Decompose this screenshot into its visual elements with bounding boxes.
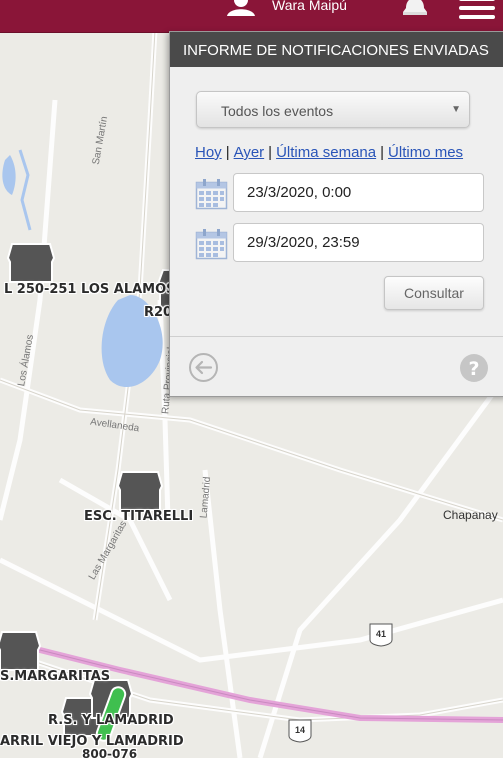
calendar-icon[interactable]: [195, 178, 228, 210]
marker-label[interactable]: R20: [144, 305, 172, 320]
place-label-chapanay: Chapanay: [443, 508, 498, 522]
separator: |: [268, 144, 273, 161]
date-from-input[interactable]: [233, 173, 484, 212]
date-to-input[interactable]: [233, 223, 484, 262]
chevron-down-icon: ▼: [451, 104, 461, 115]
consultar-button[interactable]: Consultar: [384, 276, 484, 310]
help-icon[interactable]: ?: [459, 353, 489, 383]
link-yesterday[interactable]: Ayer: [234, 144, 265, 161]
marker-label[interactable]: 800-076: [82, 747, 137, 758]
panel-header: INFORME DE NOTIFICACIONES ENVIADAS: [170, 32, 503, 67]
hamburger-menu-icon[interactable]: [458, 0, 496, 22]
top-bar: Wara Maipú: [0, 0, 503, 33]
marker-label[interactable]: L 250-251 LOS ALAMOS: [4, 282, 176, 297]
route-badge-label: 14: [295, 725, 306, 735]
link-last-month[interactable]: Último mes: [388, 144, 463, 161]
back-arrow-icon[interactable]: [188, 352, 219, 383]
link-last-week[interactable]: Última semana: [276, 144, 376, 161]
route-badge-label: 41: [376, 629, 387, 639]
marker-label[interactable]: R.S. Y LAMADRID: [48, 713, 174, 728]
quick-range-links: Hoy | Ayer | Última semana | Último mes: [195, 144, 463, 161]
marker-label[interactable]: S.MARGARITAS: [0, 669, 110, 684]
marker-label[interactable]: ESC. TITARELLI: [84, 509, 193, 524]
user-icon[interactable]: [226, 0, 256, 18]
event-filter-select[interactable]: Todos los eventos ▼: [196, 91, 470, 128]
svg-text:?: ?: [468, 358, 479, 380]
bell-icon[interactable]: [400, 0, 430, 18]
user-name[interactable]: Wara Maipú: [272, 0, 347, 13]
panel-title: INFORME DE NOTIFICACIONES ENVIADAS: [183, 42, 489, 59]
calendar-icon[interactable]: [195, 228, 228, 260]
panel-divider: [170, 336, 503, 337]
separator: |: [380, 144, 385, 161]
link-today[interactable]: Hoy: [195, 144, 222, 161]
event-filter-value: Todos los eventos: [221, 103, 334, 119]
separator: |: [225, 144, 230, 161]
notification-report-panel: INFORME DE NOTIFICACIONES ENVIADAS Todos…: [169, 31, 503, 397]
